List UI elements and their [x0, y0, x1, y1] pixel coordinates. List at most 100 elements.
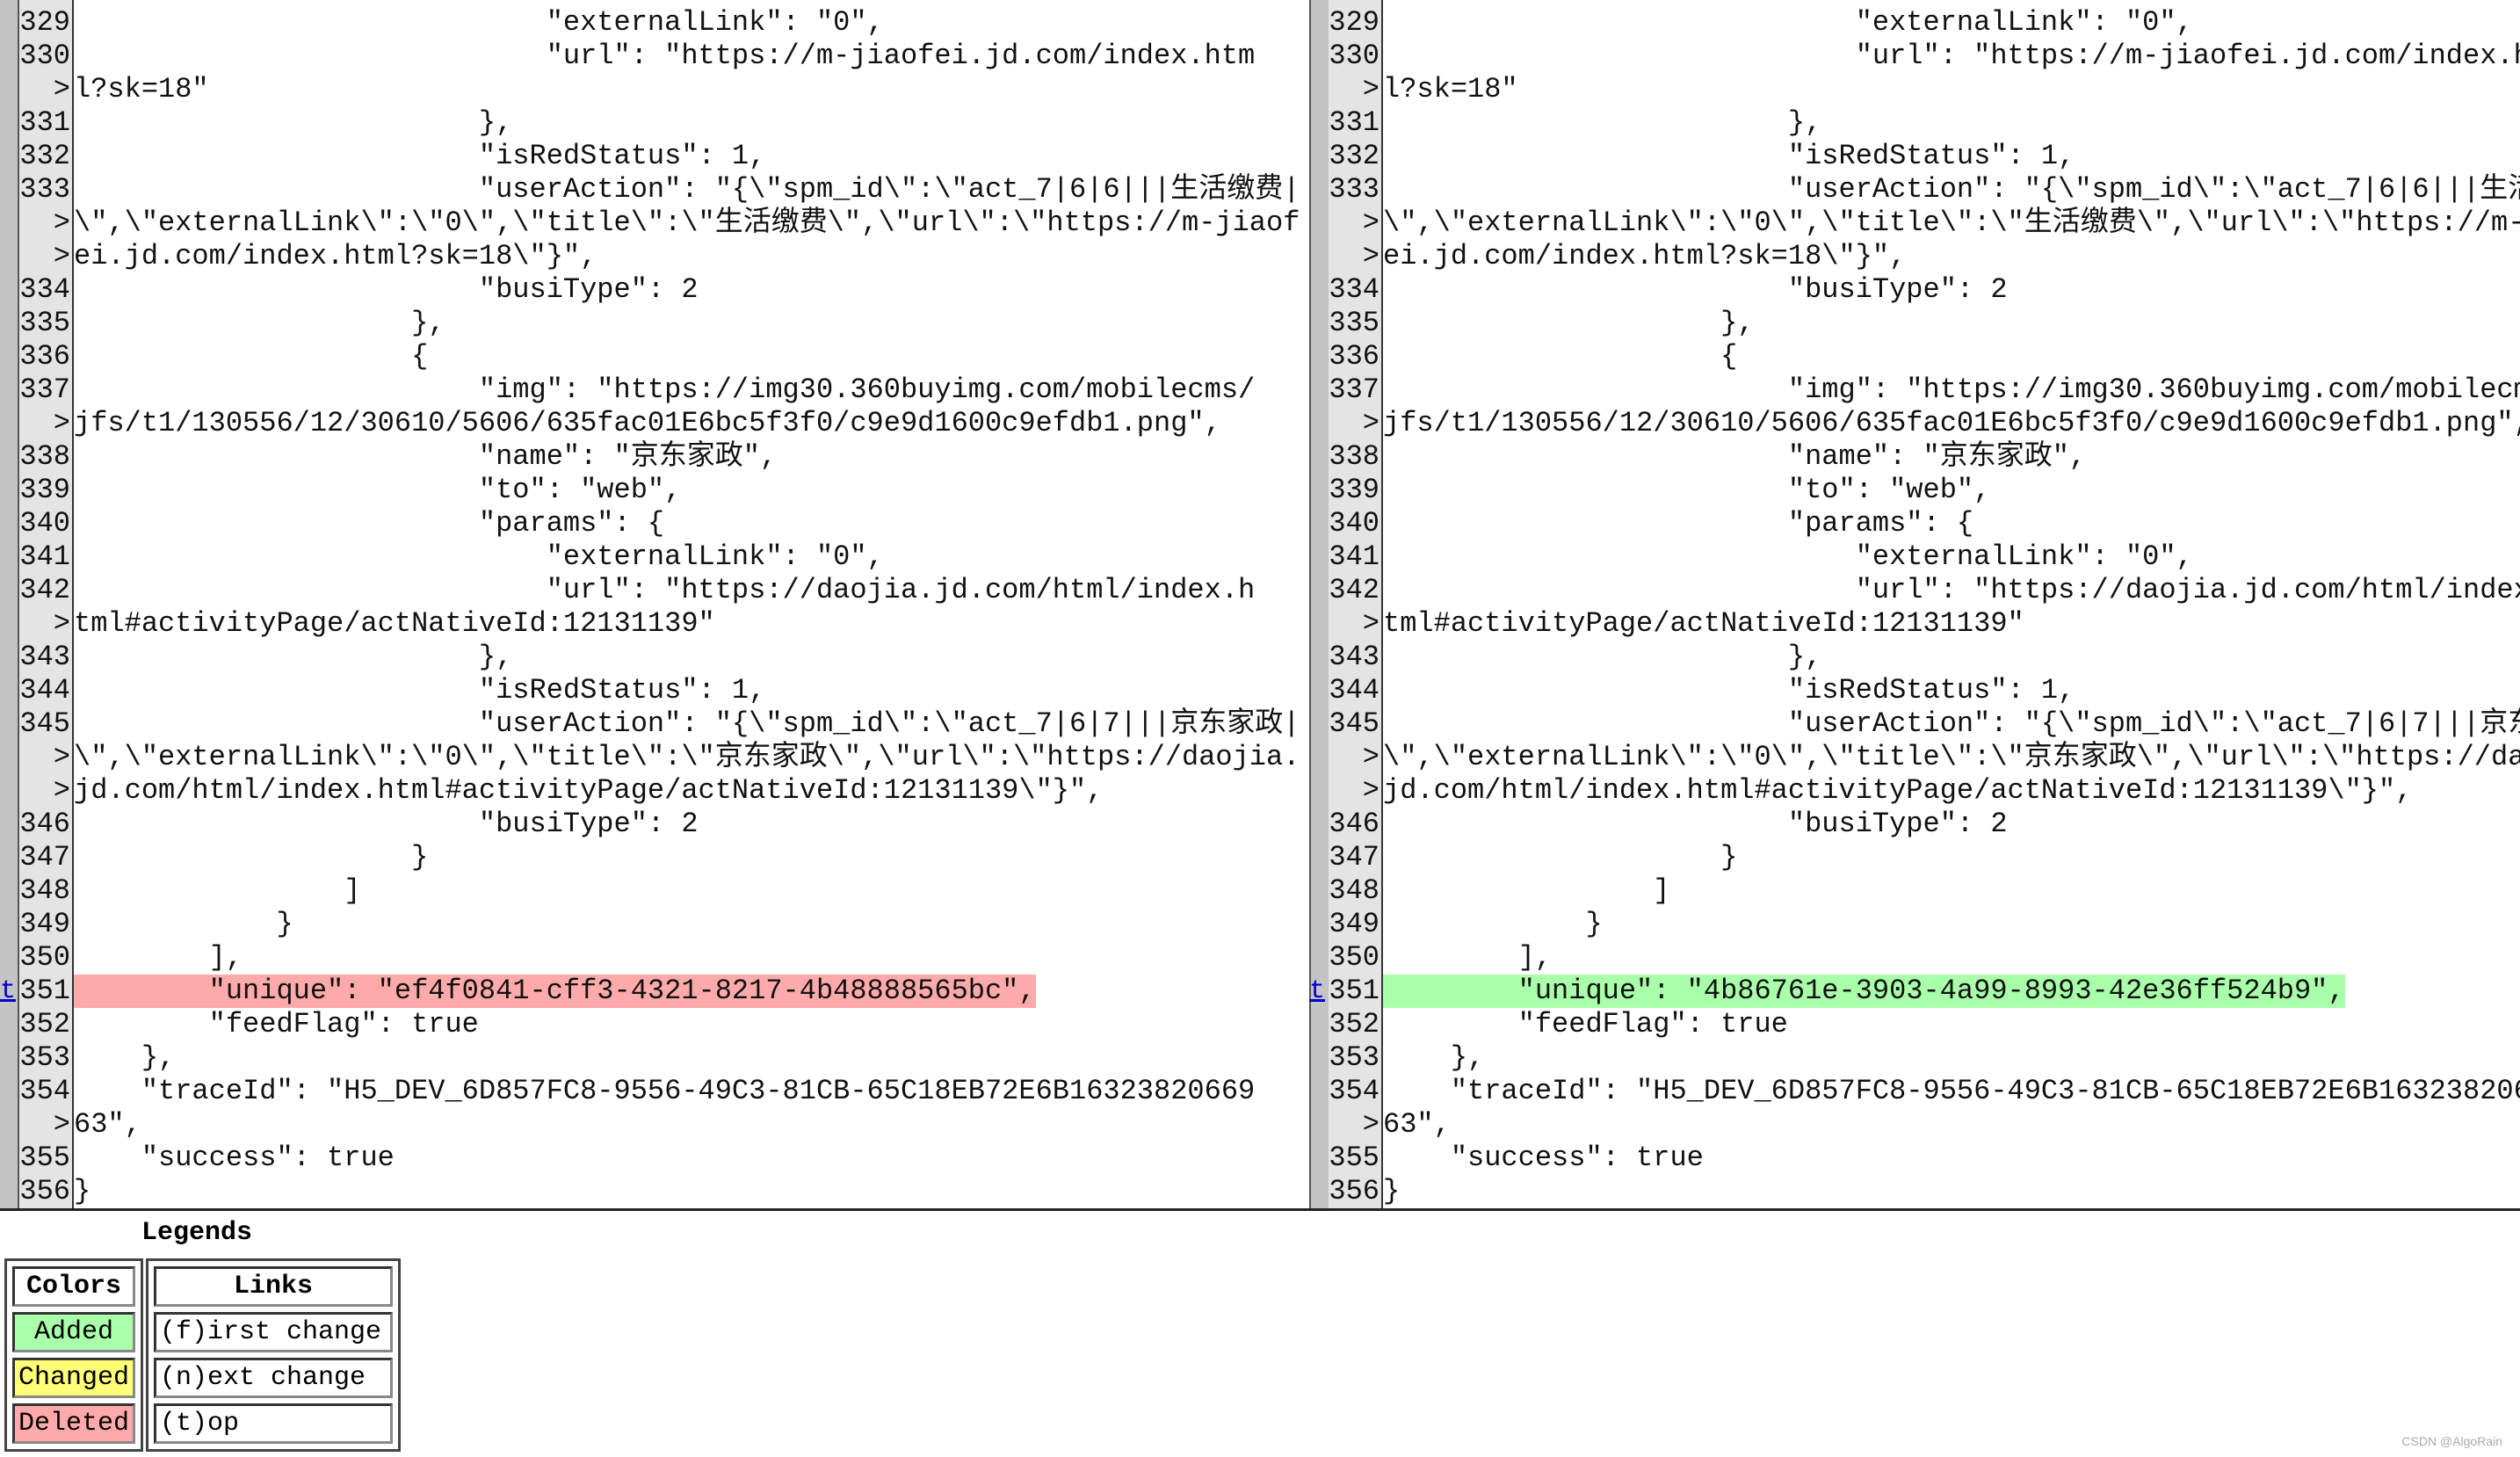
line-text: "url": "https://daojia.jd.com/html/index…: [1383, 574, 2520, 606]
line-text: 63",: [74, 1108, 141, 1141]
diff-line: > \",\"externalLink\":\"0\",\"title\":\"京…: [1309, 741, 2520, 774]
diff-line: > tml#activityPage/actNativeId:12131139": [1309, 607, 2520, 641]
diff-line: > \",\"externalLink\":\"0\",\"title\":\"京…: [0, 741, 1307, 774]
diff-line: > \",\"externalLink\":\"0\",\"title\":\"生…: [1309, 207, 2520, 240]
line-text: \",\"externalLink\":\"0\",\"title\":\"京东…: [1383, 741, 2520, 773]
line-number: 355: [19, 1142, 70, 1174]
line-text: tml#activityPage/actNativeId:12131139": [74, 607, 715, 640]
line-number: 352: [19, 1008, 70, 1040]
diff-line: 349 }: [1309, 908, 2520, 941]
line-text: {: [74, 340, 429, 373]
colors-header: Colors: [12, 1266, 136, 1307]
diff-line: t 351 "unique": "ef4f0841-cff3-4321-8217-…: [0, 975, 1307, 1008]
line-text: "feedFlag": true: [1383, 1008, 1788, 1040]
line-text: {: [1383, 340, 1738, 373]
line-number: 348: [1329, 874, 1379, 907]
diff-line: 350 ],: [0, 941, 1307, 975]
line-number: >: [53, 207, 70, 239]
line-text: jfs/t1/130556/12/30610/5606/635fac01E6bc…: [74, 407, 1221, 439]
diff-line: 336 {: [0, 340, 1307, 373]
diff-line: 352 "feedFlag": true: [1309, 1008, 2520, 1041]
diff-line: 347 }: [0, 841, 1307, 874]
line-text: },: [74, 307, 445, 339]
line-text: \",\"externalLink\":\"0\",\"title\":\"生活…: [74, 207, 1300, 239]
line-number: >: [53, 607, 70, 640]
line-text: }: [1383, 908, 1603, 940]
diff-line: >63",: [0, 1108, 1307, 1142]
line-number: >: [1362, 73, 1379, 105]
line-text: "name": "京东家政",: [1383, 440, 2087, 473]
line-number: 336: [1329, 340, 1379, 373]
line-number: 346: [19, 808, 70, 840]
diff-line: 332 "isRedStatus": 1,: [0, 140, 1307, 173]
line-text: },: [74, 106, 513, 139]
diff-line: > jd.com/html/index.html#activityPage/act…: [0, 774, 1307, 808]
line-text: "isRedStatus": 1,: [74, 140, 766, 172]
line-text: "isRedStatus": 1,: [1383, 140, 2075, 172]
line-text: },: [1383, 106, 1822, 139]
line-text: "isRedStatus": 1,: [74, 674, 766, 707]
top-change-link[interactable]: t: [1309, 975, 1327, 1008]
line-number: 342: [1329, 574, 1379, 606]
line-number: 330: [1329, 40, 1379, 72]
line-number: >: [53, 1108, 70, 1141]
diff-line: 333 "userAction": "{\"spm_id\":\"act_7|6…: [1309, 173, 2520, 207]
left-rows: 329 "externalLink": "0", 330 "url": "http…: [0, 6, 1307, 1208]
line-text: "feedFlag": true: [74, 1008, 479, 1040]
line-text: ei.jd.com/index.html?sk=18\"}",: [74, 240, 597, 272]
line-number: 339: [19, 474, 70, 506]
diff-line: 348 ]: [0, 874, 1307, 908]
line-number: 335: [1329, 307, 1379, 339]
left-pane[interactable]: 329 "externalLink": "0", 330 "url": "http…: [0, 0, 1307, 1208]
diff-line: > jfs/t1/130556/12/30610/5606/635fac01E6b…: [1309, 407, 2520, 440]
line-number: 347: [1329, 841, 1379, 873]
line-text: tml#activityPage/actNativeId:12131139": [1383, 607, 2024, 640]
diff-line: 344 "isRedStatus": 1,: [1309, 674, 2520, 707]
diff-line: t 351 "unique": "4b86761e-3903-4a99-8993-…: [1309, 975, 2520, 1008]
line-number: 342: [19, 574, 70, 606]
top-link[interactable]: (t)op: [154, 1403, 393, 1444]
diff-line: > ei.jd.com/index.html?sk=18\"}",: [0, 240, 1307, 273]
line-text: "busiType": 2: [74, 808, 699, 840]
diff-line: 353 },: [0, 1041, 1307, 1075]
first-change-link[interactable]: (f)irst change: [154, 1312, 393, 1352]
diff-line: 336 {: [1309, 340, 2520, 373]
line-number: 340: [19, 507, 70, 540]
line-number: 336: [19, 340, 70, 373]
line-number: >: [53, 240, 70, 272]
line-number: 339: [1329, 474, 1379, 506]
line-number: 350: [1329, 941, 1379, 974]
diff-line: 342 "url": "https://daojia.jd.com/html/i…: [0, 574, 1307, 607]
next-change-link[interactable]: (n)ext change: [154, 1358, 393, 1398]
line-text: "img": "https://img30.360buyimg.com/mobi…: [74, 373, 1256, 406]
line-text: ]: [1383, 874, 1670, 907]
added-line-text: "unique": "4b86761e-3903-4a99-8993-42e36…: [1383, 975, 2345, 1008]
right-pane[interactable]: 329 "externalLink": "0", 330 "url": "http…: [1309, 0, 2520, 1208]
diff-view: 329 "externalLink": "0", 330 "url": "http…: [0, 0, 2520, 1211]
right-rows: 329 "externalLink": "0", 330 "url": "http…: [1309, 6, 2520, 1208]
line-text: "externalLink": "0",: [1383, 6, 2193, 39]
diff-line: 337 "img": "https://img30.360buyimg.com/…: [0, 373, 1307, 407]
diff-line: 349 }: [0, 908, 1307, 941]
diff-line: 354 "traceId": "H5_DEV_6D857FC8-9556-49C…: [0, 1075, 1307, 1108]
line-number: >: [53, 73, 70, 105]
line-text: "busiType": 2: [1383, 273, 2008, 306]
line-text: \",\"externalLink\":\"0\",\"title\":\"生活…: [1383, 207, 2520, 239]
line-number: 338: [1329, 440, 1379, 473]
diff-line: 342 "url": "https://daojia.jd.com/html/i…: [1309, 574, 2520, 607]
line-text: "userAction": "{\"spm_id\":\"act_7|6|7||…: [1383, 707, 2520, 740]
diff-line: 337 "img": "https://img30.360buyimg.com/…: [1309, 373, 2520, 407]
line-number: 353: [19, 1041, 70, 1074]
diff-line: 354 "traceId": "H5_DEV_6D857FC8-9556-49C…: [1309, 1075, 2520, 1108]
line-number: 345: [1329, 707, 1379, 740]
diff-line: 345 "userAction": "{\"spm_id\":\"act_7|6…: [0, 707, 1307, 741]
diff-line: 329 "externalLink": "0",: [1309, 6, 2520, 40]
line-number: >: [53, 741, 70, 773]
line-number: 355: [1329, 1142, 1379, 1174]
added-legend: Added: [12, 1312, 136, 1352]
line-text: "userAction": "{\"spm_id\":\"act_7|6|6||…: [1383, 173, 2520, 206]
top-change-link[interactable]: t: [0, 975, 18, 1008]
line-number: 346: [1329, 808, 1379, 840]
line-text: \",\"externalLink\":\"0\",\"title\":\"京东…: [74, 741, 1300, 773]
diff-line: 335 },: [0, 307, 1307, 340]
